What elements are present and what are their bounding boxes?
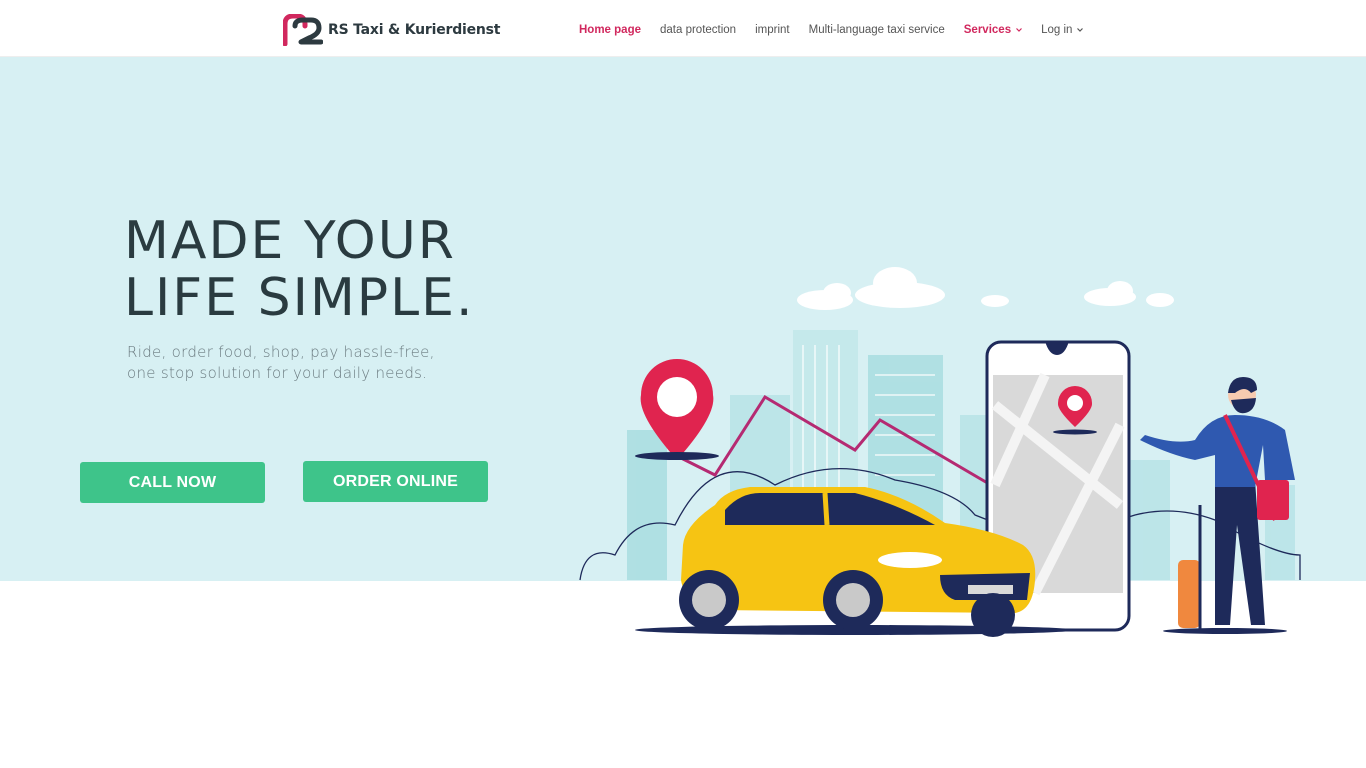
chevron-down-icon (1016, 28, 1023, 32)
nav-label: data protection (660, 24, 737, 36)
logo-text: RS Taxi & Kurierdienst (328, 22, 501, 38)
nav-item-data-protection[interactable]: data protection (660, 24, 736, 36)
nav-label: Home page (579, 24, 641, 36)
nav-label: Multi-language taxi service (808, 24, 945, 36)
nav-label: Log in (1041, 24, 1073, 36)
site-header: RS Taxi & Kurierdienst Home page data pr… (0, 0, 1366, 57)
clouds (797, 267, 1174, 310)
order-online-button[interactable]: ORDER ONLINE (303, 461, 488, 502)
main-nav: Home page data protection imprint Multi-… (579, 21, 1102, 39)
nav-item-services[interactable]: Services (963, 24, 1023, 36)
nav-item-imprint[interactable]: imprint (755, 24, 790, 36)
nav-item-multi-language[interactable]: Multi-language taxi service (809, 24, 945, 36)
chevron-down-icon (1077, 28, 1084, 32)
nav-item-home[interactable]: Home page (579, 24, 641, 36)
taxi-hero-illustration (579, 267, 1301, 637)
nav-label: Services (963, 24, 1012, 36)
site-logo[interactable]: RS Taxi & Kurierdienst (283, 14, 500, 46)
nav-label: imprint (755, 24, 790, 36)
headline-line: LIFE SIMPLE. (124, 268, 475, 328)
subtitle-line: one stop solution for your daily needs. (127, 364, 428, 382)
nav-item-login[interactable]: Log in (1041, 24, 1084, 36)
rs-logo-icon (283, 14, 323, 46)
subtitle-line: Ride, order food, shop, pay hassle-free, (127, 343, 435, 361)
headline-line: MADE YOUR (124, 211, 456, 271)
hero-headline: MADE YOUR LIFE SIMPLE. (124, 213, 475, 327)
hero-subtitle: Ride, order food, shop, pay hassle-free,… (127, 342, 435, 384)
call-now-button[interactable]: CALL NOW (80, 462, 265, 503)
